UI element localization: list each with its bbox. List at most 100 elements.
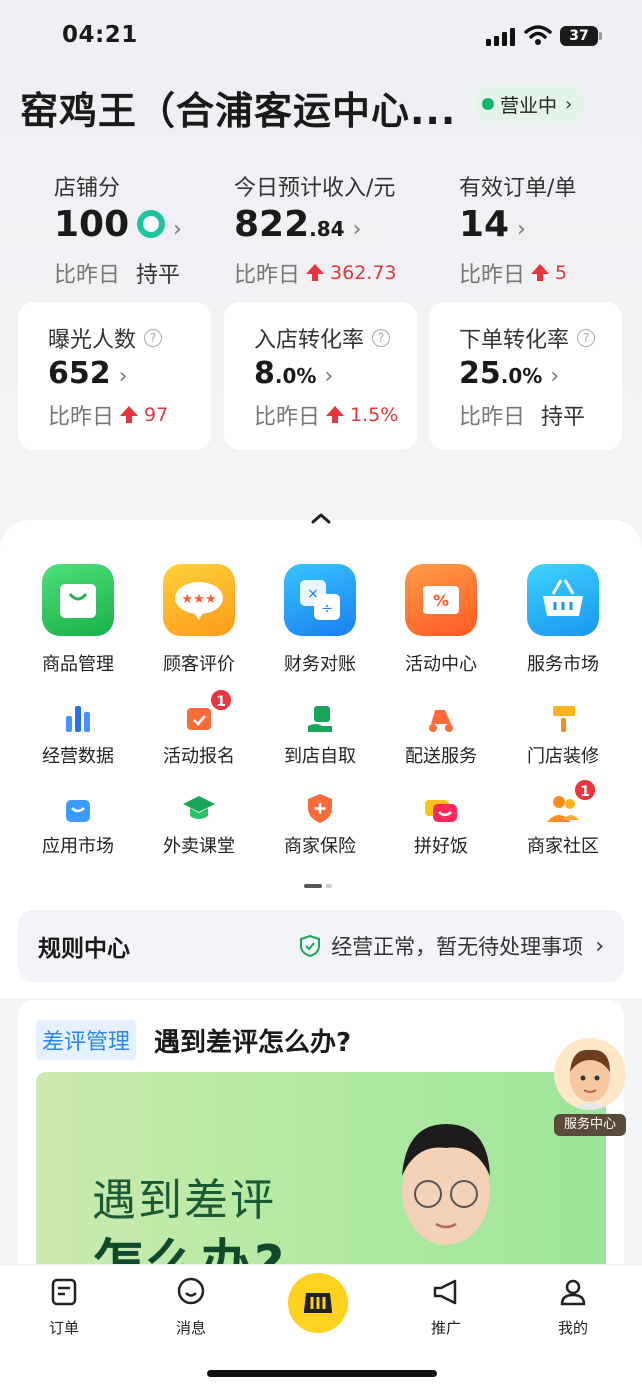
store-front-icon — [304, 1293, 332, 1313]
grid-merchant-community[interactable]: 1 商家社区 — [503, 778, 623, 858]
grid-label: 拼好饭 — [414, 836, 468, 857]
signal-icon — [486, 28, 518, 46]
bar-chart-icon — [60, 700, 96, 736]
home-indicator[interactable] — [207, 1370, 437, 1377]
basket-icon — [527, 564, 599, 636]
tab-promotion[interactable]: 推广 — [406, 1277, 486, 1338]
compare-label: 比昨日 — [48, 405, 115, 430]
metric-income[interactable]: 今日预计收入/元 822.84 › 比昨日 362.73 — [234, 170, 397, 289]
metric-label: 今日预计收入/元 — [234, 176, 396, 201]
chevron-right-icon: › — [118, 364, 128, 389]
grid-app-market[interactable]: 应用市场 — [18, 790, 138, 858]
grid-activity-center[interactable]: % 活动中心 — [381, 564, 501, 676]
page-dot — [326, 884, 332, 888]
chevron-right-icon: › — [565, 93, 573, 115]
card-order-conversion[interactable]: 下单转化率? 25.0% › 比昨日 持平 — [429, 302, 622, 450]
grid-label: 活动报名 — [163, 746, 235, 767]
card-label: 下单转化率 — [459, 328, 570, 353]
arrow-up-icon — [120, 406, 139, 423]
tab-me[interactable]: 我的 — [533, 1277, 613, 1338]
grid-business-data[interactable]: 经营数据 — [18, 700, 138, 768]
rules-title: 规则中心 — [38, 936, 130, 962]
grid-label: 服务市场 — [527, 654, 599, 675]
tab-label: 推广 — [430, 1319, 461, 1337]
store-status-button[interactable]: 营业中 › — [474, 86, 586, 122]
insurance-shield-icon — [302, 790, 338, 826]
metric-value: 100 — [54, 204, 130, 245]
svg-text:×: × — [307, 586, 319, 602]
shopping-bag-icon — [42, 564, 114, 636]
status-bar: 04:21 37 — [0, 0, 642, 70]
feature-title: 遇到差评怎么办? — [154, 1028, 352, 1058]
metric-value-main: 822 — [234, 204, 310, 245]
help-icon[interactable]: ? — [144, 329, 163, 347]
metric-store-score[interactable]: 店铺分 100 › 比昨日 持平 — [54, 170, 182, 289]
arrow-up-icon — [531, 264, 550, 281]
arrow-up-icon — [306, 264, 325, 281]
chevron-up-icon[interactable] — [308, 510, 334, 526]
grid-activity-signup[interactable]: 1 活动报名 — [139, 688, 259, 768]
card-value-decimal: .0% — [274, 364, 317, 388]
grid-merchant-insurance[interactable]: 商家保险 — [260, 790, 380, 858]
card-label: 曝光人数 — [48, 328, 137, 353]
chevron-right-icon: › — [324, 364, 334, 389]
rules-center[interactable]: 规则中心 经营正常，暂无待处理事项 › — [18, 910, 624, 982]
notification-badge: 1 — [573, 778, 597, 802]
center-home-button[interactable] — [288, 1273, 348, 1333]
grid-label: 配送服务 — [405, 746, 477, 767]
compare-label: 比昨日 — [234, 263, 301, 288]
grid-label: 门店装修 — [527, 746, 599, 767]
grid-label: 到店自取 — [284, 746, 356, 767]
metric-orders[interactable]: 有效订单/单 14 › 比昨日 5 — [459, 170, 576, 289]
megaphone-icon — [433, 1279, 457, 1305]
battery-icon: 37 — [560, 26, 602, 46]
svg-text:%: % — [433, 591, 449, 610]
service-avatar — [554, 1038, 626, 1110]
status-time: 04:21 — [62, 22, 138, 48]
card-value-main: 25 — [459, 356, 501, 391]
compare-value: 97 — [144, 404, 169, 426]
graduation-cap-icon — [181, 790, 217, 826]
service-center-button[interactable]: 服务中心 — [552, 1038, 628, 1138]
grid-customer-reviews[interactable]: ★★★ 顾客评价 — [139, 564, 259, 676]
chat-bubble-icon — [177, 1277, 205, 1305]
metric-label: 有效订单/单 — [459, 176, 577, 201]
grid-takeout-class[interactable]: 外卖课堂 — [139, 790, 259, 858]
wifi-icon — [524, 25, 552, 45]
arrow-up-icon — [326, 406, 345, 423]
open-status-dot — [482, 98, 494, 110]
svg-text:★★★: ★★★ — [182, 592, 217, 607]
chevron-right-icon: › — [173, 217, 182, 242]
tab-messages[interactable]: 消息 — [151, 1277, 231, 1338]
order-list-icon — [51, 1278, 77, 1306]
compare-value: 1.5% — [350, 404, 399, 426]
compare-label: 比昨日 — [254, 405, 321, 430]
users-icon: 1 — [545, 778, 597, 826]
grid-store-decoration[interactable]: 门店装修 — [503, 700, 623, 768]
score-ring-icon — [137, 210, 166, 238]
grid-delivery[interactable]: 配送服务 — [381, 700, 501, 768]
grid-service-market[interactable]: 服务市场 — [503, 564, 623, 676]
help-icon[interactable]: ? — [372, 329, 391, 347]
user-icon — [560, 1279, 586, 1306]
store-name[interactable]: 窑鸡王（合浦客运中心... — [20, 80, 470, 135]
grid-product-management[interactable]: 商品管理 — [18, 564, 138, 676]
compare-value: 5 — [555, 262, 568, 284]
coupon-icon: % — [405, 564, 477, 636]
store-status-label: 营业中 — [500, 94, 558, 117]
app-bag-icon — [60, 790, 96, 826]
compare-value: 持平 — [136, 263, 181, 288]
tab-orders[interactable]: 订单 — [24, 1277, 104, 1338]
card-value-decimal: .0% — [500, 364, 543, 388]
grid-pickup[interactable]: 到店自取 — [260, 700, 380, 768]
grid-label: 商家社区 — [527, 836, 599, 857]
grid-pinhaofan[interactable]: 拼好饭 — [381, 790, 501, 858]
grid-finance[interactable]: × ÷ 财务对账 — [260, 564, 380, 676]
grid-label: 顾客评价 — [163, 654, 235, 675]
help-icon[interactable]: ? — [577, 329, 596, 347]
card-exposure[interactable]: 曝光人数? 652 › 比昨日 97 — [18, 302, 211, 450]
card-store-conversion[interactable]: 入店转化率? 8.0% › 比昨日 1.5% — [224, 302, 417, 450]
chevron-right-icon: › — [352, 217, 362, 242]
feature-card[interactable]: 差评管理 遇到差评怎么办? 遇到差评 怎么办? — [18, 1000, 624, 1302]
metric-value: 14 — [459, 204, 510, 245]
